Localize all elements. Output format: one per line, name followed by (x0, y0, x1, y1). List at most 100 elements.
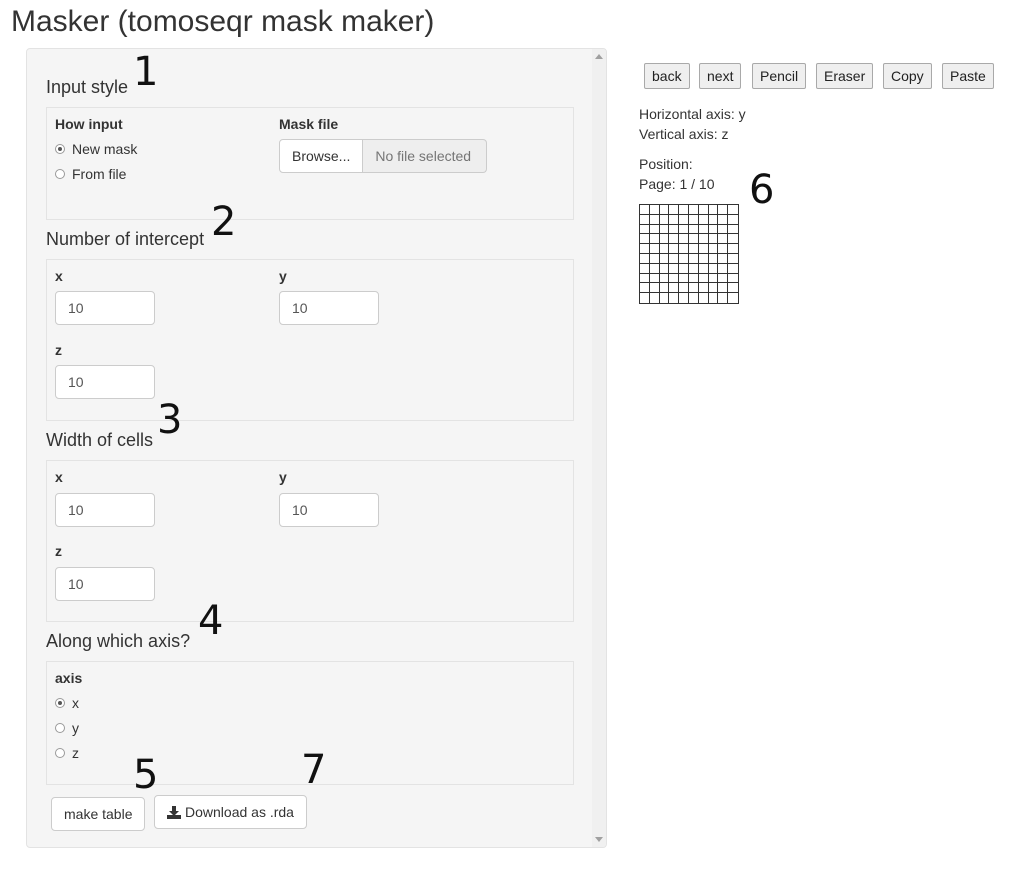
grid-cell[interactable] (640, 234, 650, 245)
grid-cell[interactable] (659, 244, 670, 254)
grid-cell[interactable] (728, 215, 738, 225)
grid-cell[interactable] (640, 263, 650, 274)
grid-cell[interactable] (669, 263, 680, 274)
width-x-input[interactable] (55, 493, 155, 527)
grid-cell[interactable] (689, 263, 699, 274)
pencil-button[interactable]: Pencil (752, 63, 807, 89)
grid-cell[interactable] (659, 224, 670, 235)
width-z-input[interactable] (55, 567, 155, 601)
grid-cell[interactable] (728, 244, 738, 254)
grid-cell[interactable] (698, 273, 709, 284)
grid-cell[interactable] (649, 244, 660, 254)
intercept-x-input[interactable] (55, 291, 155, 325)
radio-from-file[interactable]: From file (55, 166, 126, 182)
grid-cell[interactable] (709, 293, 719, 303)
grid-cell[interactable] (659, 263, 670, 274)
grid-cell[interactable] (689, 234, 699, 245)
grid-cell[interactable] (728, 225, 738, 235)
grid-cell[interactable] (698, 244, 709, 254)
grid-cell[interactable] (718, 224, 729, 235)
grid-cell[interactable] (708, 273, 719, 284)
grid-cell[interactable] (669, 214, 680, 225)
grid-cell[interactable] (708, 254, 719, 264)
grid-cell[interactable] (718, 273, 729, 284)
grid-cell[interactable] (640, 254, 650, 264)
grid-cell[interactable] (669, 224, 680, 235)
grid-cell[interactable] (649, 234, 660, 245)
grid-cell[interactable] (679, 283, 689, 294)
grid-cell[interactable] (649, 224, 660, 235)
grid-cell[interactable] (718, 205, 729, 215)
grid-cell[interactable] (689, 244, 699, 254)
sidebar-scrollbar[interactable] (592, 49, 606, 847)
grid-cell[interactable] (660, 293, 670, 303)
radio-axis-y[interactable]: y (55, 720, 79, 736)
grid-cell[interactable] (679, 254, 689, 264)
grid-cell[interactable] (640, 244, 650, 254)
grid-cell[interactable] (698, 283, 709, 294)
grid-cell[interactable] (640, 214, 650, 225)
radio-button[interactable] (55, 144, 65, 154)
grid-cell[interactable] (718, 293, 729, 303)
grid-cell[interactable] (640, 293, 650, 303)
grid-cell[interactable] (698, 214, 709, 225)
grid-cell[interactable] (679, 293, 689, 303)
grid-cell[interactable] (728, 274, 738, 284)
radio-axis-z[interactable]: z (55, 745, 79, 761)
grid-cell[interactable] (679, 214, 689, 225)
grid-cell[interactable] (649, 263, 660, 274)
grid-cell[interactable] (679, 244, 689, 254)
grid-cell[interactable] (708, 224, 719, 235)
grid-cell[interactable] (728, 254, 738, 264)
grid-cell[interactable] (708, 263, 719, 274)
grid-cell[interactable] (650, 293, 660, 303)
grid-cell[interactable] (728, 264, 738, 274)
file-name-field[interactable] (363, 139, 488, 173)
grid-cell[interactable] (659, 214, 670, 225)
grid-cell[interactable] (718, 254, 729, 264)
grid-cell[interactable] (640, 205, 650, 215)
grid-cell[interactable] (698, 234, 709, 245)
grid-cell[interactable] (698, 205, 709, 215)
grid-cell[interactable] (679, 224, 689, 235)
grid-cell[interactable] (718, 283, 729, 294)
browse-button[interactable]: Browse... (279, 139, 364, 173)
grid-cell[interactable] (708, 205, 719, 215)
grid-cell[interactable] (640, 273, 650, 284)
make-table-button[interactable]: make table (51, 797, 146, 831)
grid-cell[interactable] (679, 273, 689, 284)
mask-grid[interactable] (639, 204, 739, 304)
grid-cell[interactable] (669, 234, 680, 245)
grid-cell[interactable] (669, 244, 680, 254)
scroll-up-arrow-icon[interactable] (595, 54, 603, 59)
grid-cell[interactable] (640, 283, 650, 294)
grid-cell[interactable] (708, 283, 719, 294)
grid-cell[interactable] (649, 254, 660, 264)
copy-button[interactable]: Copy (883, 63, 932, 89)
grid-cell[interactable] (649, 214, 660, 225)
intercept-y-input[interactable] (279, 291, 379, 325)
grid-cell[interactable] (718, 214, 729, 225)
grid-cell[interactable] (649, 273, 660, 284)
next-button[interactable]: next (699, 63, 742, 89)
grid-cell[interactable] (669, 254, 680, 264)
grid-cell[interactable] (669, 273, 680, 284)
radio-button[interactable] (55, 698, 65, 708)
paste-button[interactable]: Paste (942, 63, 994, 89)
grid-cell[interactable] (728, 234, 738, 245)
grid-cell[interactable] (728, 283, 738, 294)
grid-cell[interactable] (689, 205, 699, 215)
grid-cell[interactable] (718, 234, 729, 245)
grid-cell[interactable] (679, 205, 689, 215)
grid-cell[interactable] (698, 224, 709, 235)
grid-cell[interactable] (698, 263, 709, 274)
grid-cell[interactable] (718, 244, 729, 254)
grid-cell[interactable] (649, 283, 660, 294)
grid-cell[interactable] (689, 283, 699, 294)
grid-cell[interactable] (669, 283, 680, 294)
grid-cell[interactable] (718, 263, 729, 274)
radio-button[interactable] (55, 723, 65, 733)
grid-cell[interactable] (699, 293, 709, 303)
grid-cell[interactable] (659, 234, 670, 245)
grid-cell[interactable] (708, 244, 719, 254)
